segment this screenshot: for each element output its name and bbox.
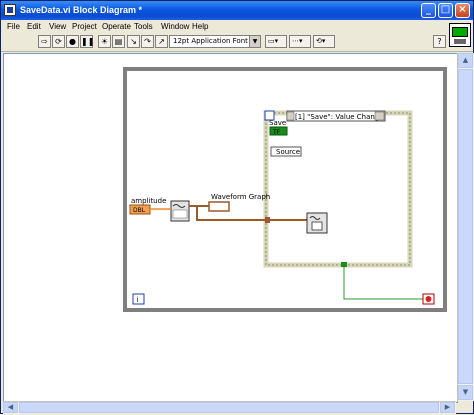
run-arrow-icon[interactable]: ⇨ [38, 35, 51, 48]
scroll-right-icon[interactable]: ▶ [440, 402, 455, 413]
title-bar[interactable]: SaveData.vi Block Diagram * _ □ × [1, 1, 473, 20]
menu-window[interactable]: Window [161, 22, 189, 32]
run-continuously-icon[interactable]: ⟳ [52, 35, 65, 48]
menu-edit[interactable]: Edit [27, 22, 41, 32]
align-objects-dropdown[interactable]: ▭▾ [265, 35, 287, 48]
waveform-graph-label: Waveform Graph [211, 193, 270, 201]
window-title: SaveData.vi Block Diagram * [20, 5, 143, 15]
waveform-generator-screen [172, 209, 188, 219]
retain-wire-values-icon[interactable]: ▤ [112, 35, 125, 48]
menu-tools[interactable]: Tools [134, 22, 153, 32]
menu-operate[interactable]: Operate [102, 22, 131, 32]
scroll-up-icon[interactable]: ▲ [458, 53, 473, 68]
menu-help[interactable]: Help [192, 22, 208, 32]
amplitude-terminal-type: DBL [133, 207, 146, 214]
distribute-objects-dropdown[interactable]: ⋯▾ [289, 35, 311, 48]
vi-icon-screen [452, 27, 468, 37]
chevron-down-icon[interactable] [374, 111, 385, 121]
close-button[interactable]: × [455, 3, 470, 18]
stop-tunnel[interactable] [341, 262, 347, 267]
maximize-button[interactable]: □ [438, 3, 453, 18]
vi-icon[interactable] [449, 23, 471, 47]
iteration-terminal-label: i [137, 296, 139, 304]
source-label: Source [276, 148, 300, 156]
horizontal-scroll-thumb[interactable] [19, 402, 439, 413]
save-terminal-label: Save [269, 119, 286, 127]
chevron-down-icon: ▼ [249, 36, 260, 47]
amplitude-label: amplitude [131, 197, 166, 205]
iteration-terminal[interactable] [132, 293, 145, 305]
event-tunnel[interactable] [265, 217, 270, 223]
step-into-icon[interactable]: ↘ [127, 35, 140, 48]
labview-window: SaveData.vi Block Diagram * _ □ × File E… [0, 0, 474, 414]
menu-view[interactable]: View [49, 22, 66, 32]
stop-sign-icon [425, 296, 432, 302]
pause-icon[interactable]: ❚❚ [80, 35, 94, 48]
floppy-disk-icon [311, 221, 323, 231]
vi-app-icon [4, 4, 16, 16]
step-out-icon[interactable]: ↗ [155, 35, 168, 48]
highlight-execution-icon[interactable]: ☀ [98, 35, 111, 48]
horizontal-scrollbar[interactable]: ◀ ▶ [3, 401, 456, 414]
save-terminal-type: TF [272, 129, 281, 136]
block-diagram-canvas[interactable] [3, 53, 458, 403]
vertical-scroll-thumb[interactable] [458, 69, 473, 384]
reorder-dropdown[interactable]: ⟲▾ [313, 35, 335, 48]
menu-file[interactable]: File [7, 22, 20, 32]
minimize-button[interactable]: _ [421, 3, 436, 18]
waveform-graph-terminal[interactable] [208, 201, 230, 212]
scroll-down-icon[interactable]: ▼ [458, 385, 473, 400]
menu-bar: File Edit View Project Operate Tools Win… [1, 20, 473, 34]
font-selector[interactable]: 12pt Application Font ▼ [169, 35, 261, 48]
toolbar: ⇨ ⟳ ● ❚❚ ☀ ▤ ↘ ↷ ↗ 12pt Application Font… [1, 34, 473, 52]
chevron-left-icon[interactable] [286, 111, 295, 121]
event-case-selector-label: [1] "Save": Value Change [295, 113, 384, 121]
menu-project[interactable]: Project [72, 22, 97, 32]
vertical-scrollbar[interactable]: ▲ ▼ [457, 53, 474, 401]
help-icon[interactable]: ? [433, 35, 446, 48]
font-selector-value: 12pt Application Font [173, 37, 248, 45]
abort-icon[interactable]: ● [66, 35, 79, 48]
scroll-left-icon[interactable]: ◀ [3, 402, 18, 413]
vi-icon-base [454, 39, 466, 44]
step-over-icon[interactable]: ↷ [141, 35, 154, 48]
